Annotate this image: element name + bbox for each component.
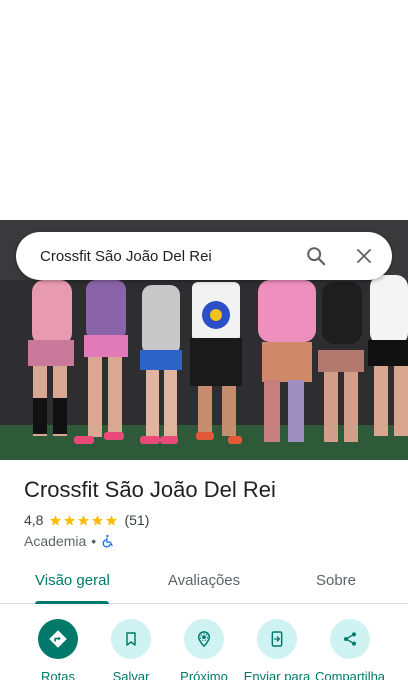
search-input[interactable]: Crossfit São João Del Rei	[16, 248, 292, 265]
star-icon	[78, 514, 90, 525]
directions-button[interactable]: Rotas	[19, 619, 97, 680]
clear-search-button[interactable]	[340, 232, 388, 280]
tab-label: Avaliações	[167, 572, 241, 589]
tab-reviews[interactable]: Avaliações	[162, 560, 246, 604]
send-to-phone-icon	[271, 631, 283, 647]
action-label: Próximo	[180, 669, 228, 680]
action-label: Enviar para	[243, 669, 311, 680]
action-label: Salvar	[112, 669, 150, 680]
star-icon	[92, 514, 104, 525]
search-icon	[307, 247, 326, 266]
category-row: Academia •	[24, 533, 115, 549]
search-bar[interactable]: Crossfit São João Del Rei	[16, 232, 392, 280]
tab-about[interactable]: Sobre	[308, 560, 364, 604]
separator-dot: •	[91, 533, 97, 549]
tab-label: Visão geral	[35, 572, 110, 589]
review-count: (51)	[124, 512, 150, 528]
rating-stars	[49, 514, 119, 527]
action-bar: Rotas Salvar Próximo Enviar para Compart…	[0, 604, 408, 680]
tab-overview[interactable]: Visão geral	[35, 560, 110, 604]
star-icon	[106, 514, 118, 525]
wheelchair-icon	[102, 534, 113, 548]
rating-value: 4,8	[24, 512, 44, 528]
action-circle	[330, 619, 370, 659]
directions-icon	[49, 630, 67, 648]
rating-row[interactable]: 4,8 (51)	[24, 512, 149, 528]
bookmark-icon	[126, 632, 136, 646]
star-icon	[64, 514, 76, 525]
action-circle	[111, 619, 151, 659]
action-circle	[257, 619, 297, 659]
share-icon	[344, 632, 356, 646]
nearby-icon	[197, 631, 211, 648]
star-icon	[50, 514, 62, 525]
place-tabs: Visão geral Avaliações Sobre	[0, 560, 408, 604]
action-label: Compartilha	[314, 669, 386, 680]
send-to-phone-button[interactable]: Enviar para	[238, 619, 316, 680]
place-category: Academia	[24, 533, 87, 549]
action-label: Rotas	[41, 669, 75, 680]
share-button[interactable]: Compartilha	[311, 619, 389, 680]
close-icon	[357, 249, 371, 263]
tab-label: Sobre	[315, 572, 357, 589]
map-area[interactable]	[0, 0, 408, 220]
search-button[interactable]	[292, 232, 340, 280]
action-circle	[184, 619, 224, 659]
action-circle	[38, 619, 78, 659]
nearby-button[interactable]: Próximo	[165, 619, 243, 680]
place-title: Crossfit São João Del Rei	[24, 477, 276, 502]
save-button[interactable]: Salvar	[92, 619, 170, 680]
